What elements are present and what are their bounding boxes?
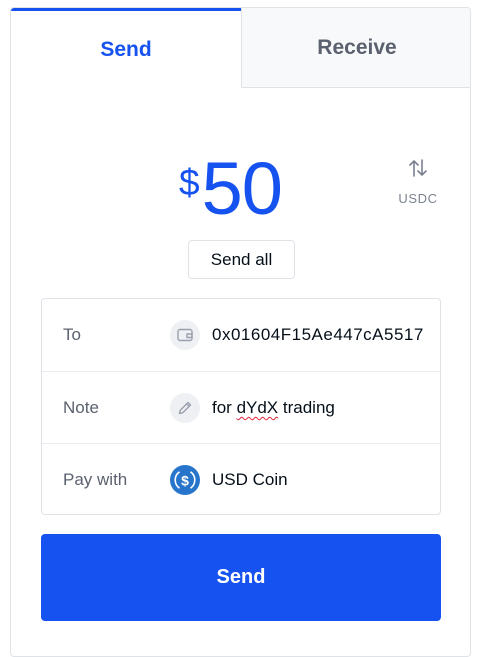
toggle-currency-label: USDC [398,191,438,206]
amount-value: 50 [201,147,283,230]
tab-bar: Send Receive [11,8,470,88]
usd-coin-icon: $ [170,465,200,495]
pencil-icon [170,393,200,423]
note-prefix: for [212,398,237,417]
swap-vertical-arrows-icon [409,158,427,183]
note-suffix: trading [278,398,335,417]
tab-send[interactable]: Send [11,8,241,88]
pay-with-label: Pay with [63,470,128,489]
tab-receive[interactable]: Receive [241,8,470,88]
spellcheck-flagged-word: dYdX [236,398,279,417]
to-row[interactable]: To 0x01604F15Ae447cA5517 [42,299,440,371]
note-label: Note [63,398,99,417]
send-all-button[interactable]: Send all [188,240,295,279]
currency-toggle[interactable]: USDC [393,158,443,206]
pay-with-value: USD Coin [212,470,288,489]
currency-symbol: $ [179,162,200,203]
to-label: To [63,325,81,344]
send-receive-card: Send Receive $ 50 USDC Send all To 0x016… [10,7,471,657]
amount-display[interactable]: $ 50 [179,147,283,230]
pay-with-row[interactable]: Pay with $ USD Coin [42,443,440,516]
svg-text:$: $ [181,472,189,488]
send-button[interactable]: Send [41,534,441,621]
note-row[interactable]: Note for dYdX trading [42,371,440,444]
note-text[interactable]: for dYdX trading [212,398,335,418]
wallet-icon [170,320,200,350]
transaction-details: To 0x01604F15Ae447cA5517 Note for dYdX t… [41,298,441,515]
recipient-address[interactable]: 0x01604F15Ae447cA5517 [212,325,440,345]
